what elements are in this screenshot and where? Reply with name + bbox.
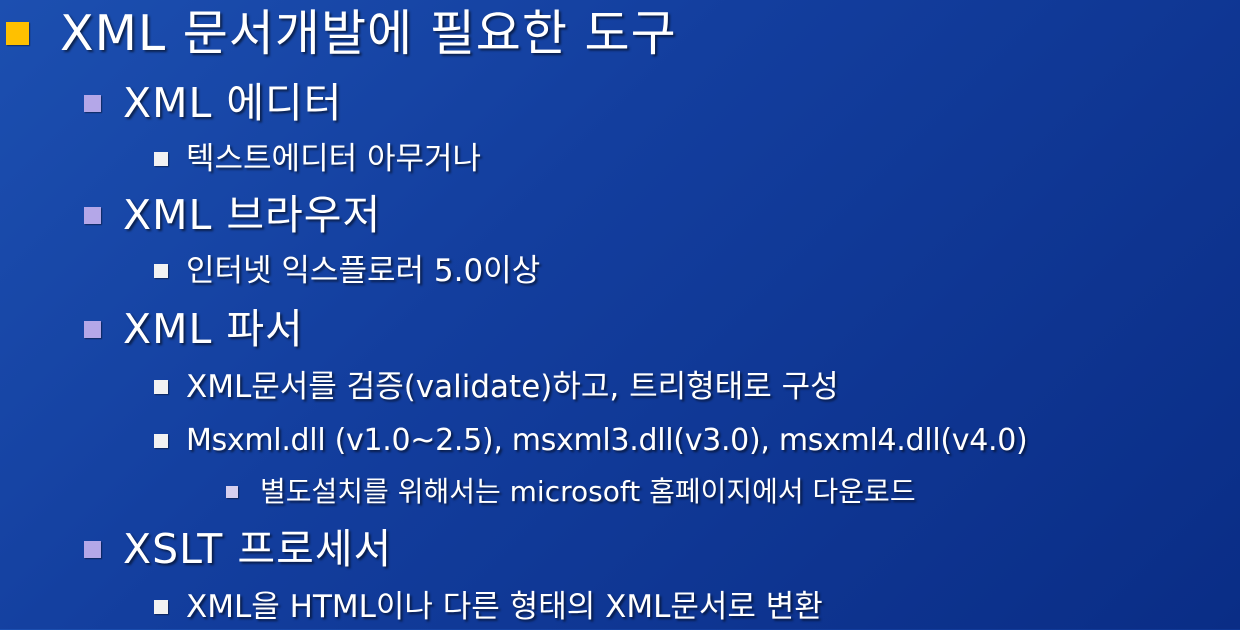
xslt-processor-title: XSLT 프로세서	[123, 525, 393, 573]
square-bullet-icon	[226, 486, 238, 498]
square-bullet-icon	[84, 321, 101, 338]
square-bullet-icon	[154, 434, 168, 448]
square-bullet-icon	[154, 600, 168, 614]
xml-editor-detail: 텍스트에디터 아무거나	[186, 141, 482, 177]
xslt-processor-detail: XML을 HTML이나 다른 형태의 XML문서로 변환	[186, 589, 823, 625]
xml-browser-detail: 인터넷 익스플로러 5.0이상	[186, 253, 541, 289]
xml-parser-versions: Msxml.dll (v1.0~2.5), msxml3.dll(v3.0), …	[186, 423, 1028, 458]
square-bullet-icon	[84, 541, 101, 558]
xml-parser-validate: XML문서를 검증(validate)하고, 트리형태로 구성	[186, 369, 839, 405]
square-bullet-icon	[154, 264, 168, 278]
xml-parser-install-note: 별도설치를 위해서는 microsoft 홈페이지에서 다운로드	[260, 475, 916, 508]
outline-heading: XML 문서개발에 필요한 도구	[60, 5, 677, 62]
square-bullet-icon	[154, 152, 168, 166]
square-bullet-icon	[84, 207, 101, 224]
square-bullet-icon	[6, 22, 29, 45]
xml-parser-title: XML 파서	[123, 305, 304, 353]
slide: XML 문서개발에 필요한 도구 XML 에디터 텍스트에디터 아무거나 XML…	[0, 0, 1240, 629]
xml-browser-title: XML 브라우저	[123, 191, 382, 239]
square-bullet-icon	[84, 95, 101, 112]
square-bullet-icon	[154, 380, 168, 394]
xml-editor-title: XML 에디터	[123, 79, 343, 127]
